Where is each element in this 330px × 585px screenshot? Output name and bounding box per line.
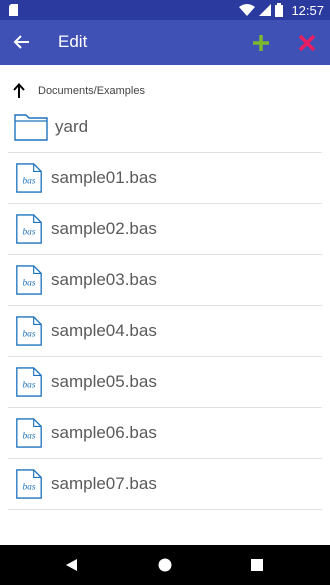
bas-file-icon: bas xyxy=(16,367,42,397)
breadcrumb[interactable]: Documents/Examples xyxy=(12,81,145,101)
bas-label: bas xyxy=(22,330,35,340)
app-bar: Edit xyxy=(0,20,330,65)
list-item-file[interactable]: bas sample01.bas xyxy=(8,153,322,204)
bas-label: bas xyxy=(22,381,35,391)
bas-label: bas xyxy=(22,483,35,493)
nav-back-icon[interactable] xyxy=(65,558,79,572)
signal-icon xyxy=(259,4,272,16)
file-name: sample07.bas xyxy=(51,474,157,493)
close-icon[interactable] xyxy=(296,32,318,54)
file-name: sample06.bas xyxy=(51,423,157,442)
bas-label: bas xyxy=(22,177,35,187)
bas-file-icon: bas xyxy=(16,418,42,448)
folder-name: yard xyxy=(55,117,89,136)
sd-card-icon xyxy=(9,4,18,16)
file-list: yard bas sample01.bas bas sample02.bas b… xyxy=(8,102,322,510)
bas-file-icon: bas xyxy=(16,265,42,295)
bas-file-icon: bas xyxy=(16,316,42,346)
navigation-bar xyxy=(0,545,330,585)
bas-label: bas xyxy=(22,432,35,442)
bas-label: bas xyxy=(22,228,35,238)
list-item-file[interactable]: bas sample07.bas xyxy=(8,459,322,510)
list-item-folder[interactable]: yard xyxy=(8,102,322,153)
wifi-icon xyxy=(239,4,256,16)
list-item-file[interactable]: bas sample04.bas xyxy=(8,306,322,357)
up-arrow-icon[interactable] xyxy=(12,83,26,99)
page-title: Edit xyxy=(58,32,88,51)
file-name: sample02.bas xyxy=(51,219,157,238)
bas-file-icon: bas xyxy=(16,469,42,499)
list-item-file[interactable]: bas sample02.bas xyxy=(8,204,322,255)
file-name: sample05.bas xyxy=(51,372,157,391)
file-name: sample03.bas xyxy=(51,270,157,289)
folder-icon xyxy=(14,114,48,141)
battery-icon xyxy=(275,3,284,17)
file-name: sample01.bas xyxy=(51,168,157,187)
status-icons: 12:57 xyxy=(239,0,324,20)
list-item-file[interactable]: bas sample03.bas xyxy=(8,255,322,306)
add-icon[interactable] xyxy=(250,32,272,54)
list-item-file[interactable]: bas sample06.bas xyxy=(8,408,322,459)
nav-recents-icon[interactable] xyxy=(250,558,264,572)
back-arrow-icon[interactable] xyxy=(12,32,32,52)
status-time: 12:57 xyxy=(291,2,324,18)
bas-file-icon: bas xyxy=(16,214,42,244)
nav-home-icon[interactable] xyxy=(158,558,172,572)
file-name: sample04.bas xyxy=(51,321,157,340)
breadcrumb-path: Documents/Examples xyxy=(38,85,145,97)
bas-label: bas xyxy=(22,279,35,289)
bas-file-icon: bas xyxy=(16,163,42,193)
list-item-file[interactable]: bas sample05.bas xyxy=(8,357,322,408)
status-bar: 12:57 xyxy=(0,0,330,20)
